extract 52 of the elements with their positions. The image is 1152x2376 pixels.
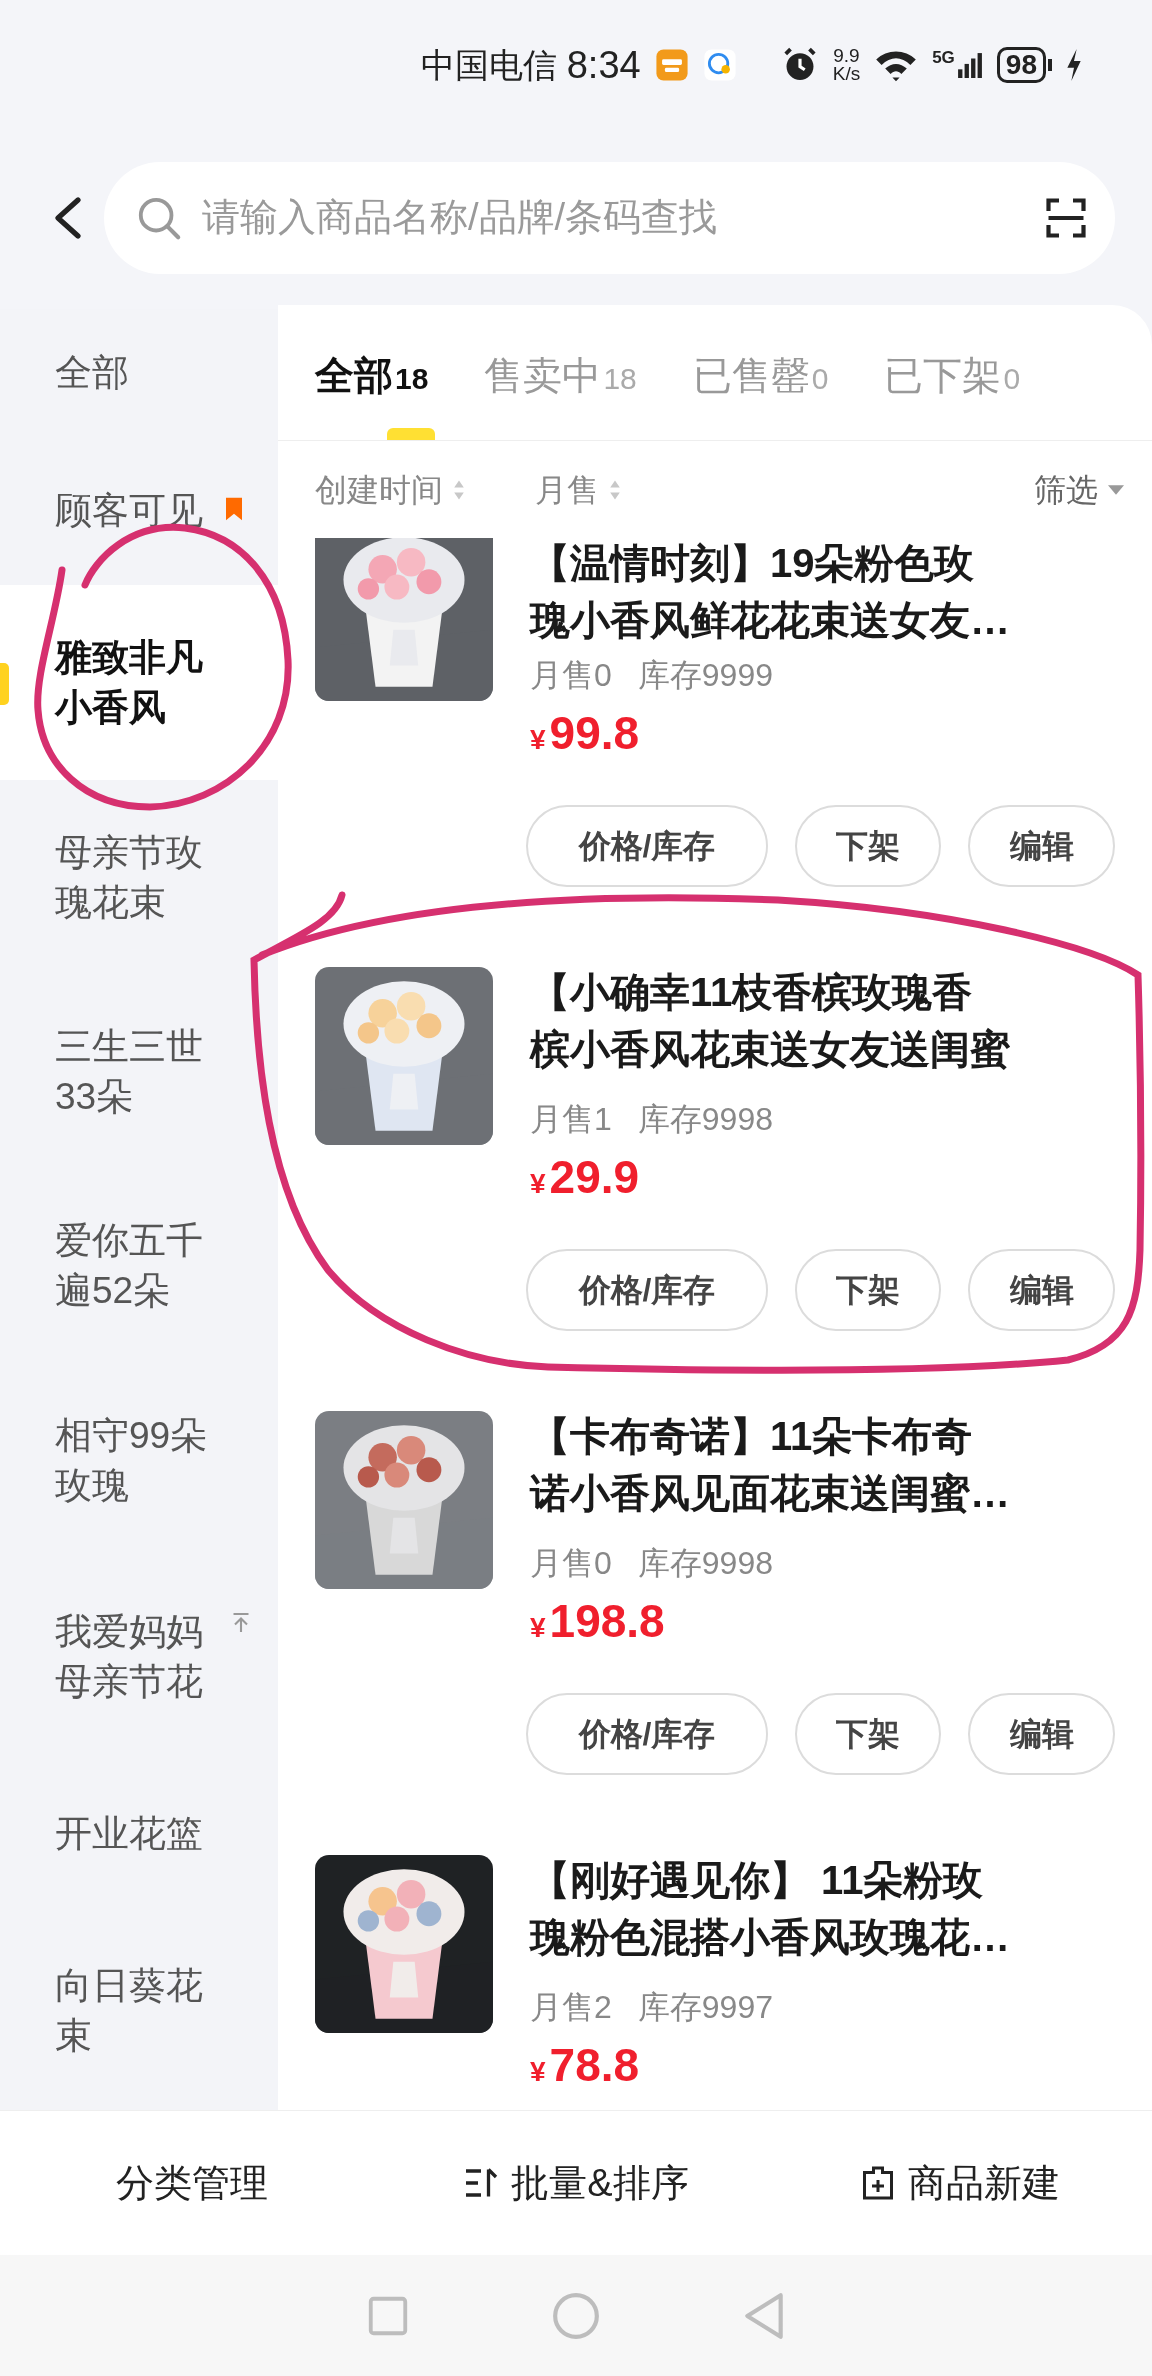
product-price: ¥99.8 [530, 706, 641, 761]
product-price: ¥29.9 [530, 1150, 641, 1205]
action-button[interactable]: 下架 [795, 805, 941, 887]
action-button[interactable]: 编辑 [968, 1693, 1115, 1775]
product-title[interactable]: 【刚好遇见你】 11朵粉玫 瑰粉色混搭小香风玫瑰花… [530, 1852, 1115, 1966]
app-notification-icon [654, 48, 689, 82]
sidebar-item[interactable]: 雅致非凡小香风 [0, 585, 278, 781]
product-title[interactable]: 【温情时刻】19朵粉色玫 瑰小香风鲜花花束送女友… [530, 538, 1115, 649]
action-button[interactable]: 价格/库存 [526, 1693, 768, 1775]
network-type: 5G [932, 49, 955, 66]
stock-count: 库存9998 [637, 1544, 773, 1583]
network-speed: 9.9 [833, 47, 860, 65]
clock-time: 8:34 [566, 42, 641, 88]
monthly-sales: 月售0 [530, 656, 612, 695]
monthly-sales: 月售2 [530, 1988, 612, 2027]
selected-indicator [0, 663, 9, 706]
bottom-action-button[interactable]: 批量&排序 [384, 2154, 768, 2212]
carrier-name: 中国电信 [420, 44, 557, 86]
chat-notification-icon [702, 48, 737, 82]
search-bar[interactable]: 请输入商品名称/品牌/条码查找 [104, 161, 1115, 274]
action-button[interactable]: 编辑 [968, 805, 1115, 887]
tab[interactable]: 全部18 [315, 347, 429, 417]
pin-top-icon[interactable] [232, 1611, 250, 1634]
action-button[interactable]: 价格/库存 [526, 1249, 768, 1331]
sort-button[interactable]: 创建时间 [315, 465, 465, 514]
add-product-icon [860, 2164, 896, 2202]
stock-count: 库存9997 [637, 1988, 773, 2027]
sort-arrows-icon [453, 478, 465, 501]
speed-unit: K/s [832, 65, 861, 83]
search-field[interactable]: 请输入商品名称/品牌/条码查找 [202, 189, 1025, 246]
action-button[interactable]: 价格/库存 [526, 805, 768, 887]
monthly-sales: 月售0 [530, 1544, 612, 1583]
action-button[interactable]: 编辑 [968, 1249, 1115, 1331]
bottom-action-button[interactable]: 商品新建 [768, 2154, 1152, 2212]
scan-icon[interactable] [1045, 196, 1087, 239]
action-button[interactable]: 下架 [795, 1693, 941, 1775]
monthly-sales: 月售1 [530, 1100, 612, 1139]
bottom-action-button[interactable]: 分类管理 [0, 2154, 384, 2212]
product-price: ¥78.8 [530, 2038, 641, 2093]
battery-level: 98 [996, 47, 1046, 83]
caret-icon [1108, 484, 1124, 495]
sort-button[interactable]: 月售 [535, 465, 621, 514]
sort-button[interactable]: 筛选 [1034, 465, 1124, 514]
tab-indicator [387, 428, 435, 440]
stock-count: 库存9999 [637, 656, 773, 695]
product-title[interactable]: 【卡布奇诺】11朵卡布奇 诺小香风见面花束送闺蜜… [530, 1408, 1115, 1522]
stock-count: 库存9998 [637, 1100, 773, 1139]
product-title[interactable]: 【小确幸11枝香槟玫瑰香 槟小香风花束送女友送闺蜜 [530, 964, 1115, 1078]
sort-arrows-icon [609, 478, 621, 501]
action-button[interactable]: 下架 [795, 1249, 941, 1331]
home-icon[interactable] [551, 2290, 601, 2341]
product-price: ¥198.8 [530, 1594, 666, 1649]
